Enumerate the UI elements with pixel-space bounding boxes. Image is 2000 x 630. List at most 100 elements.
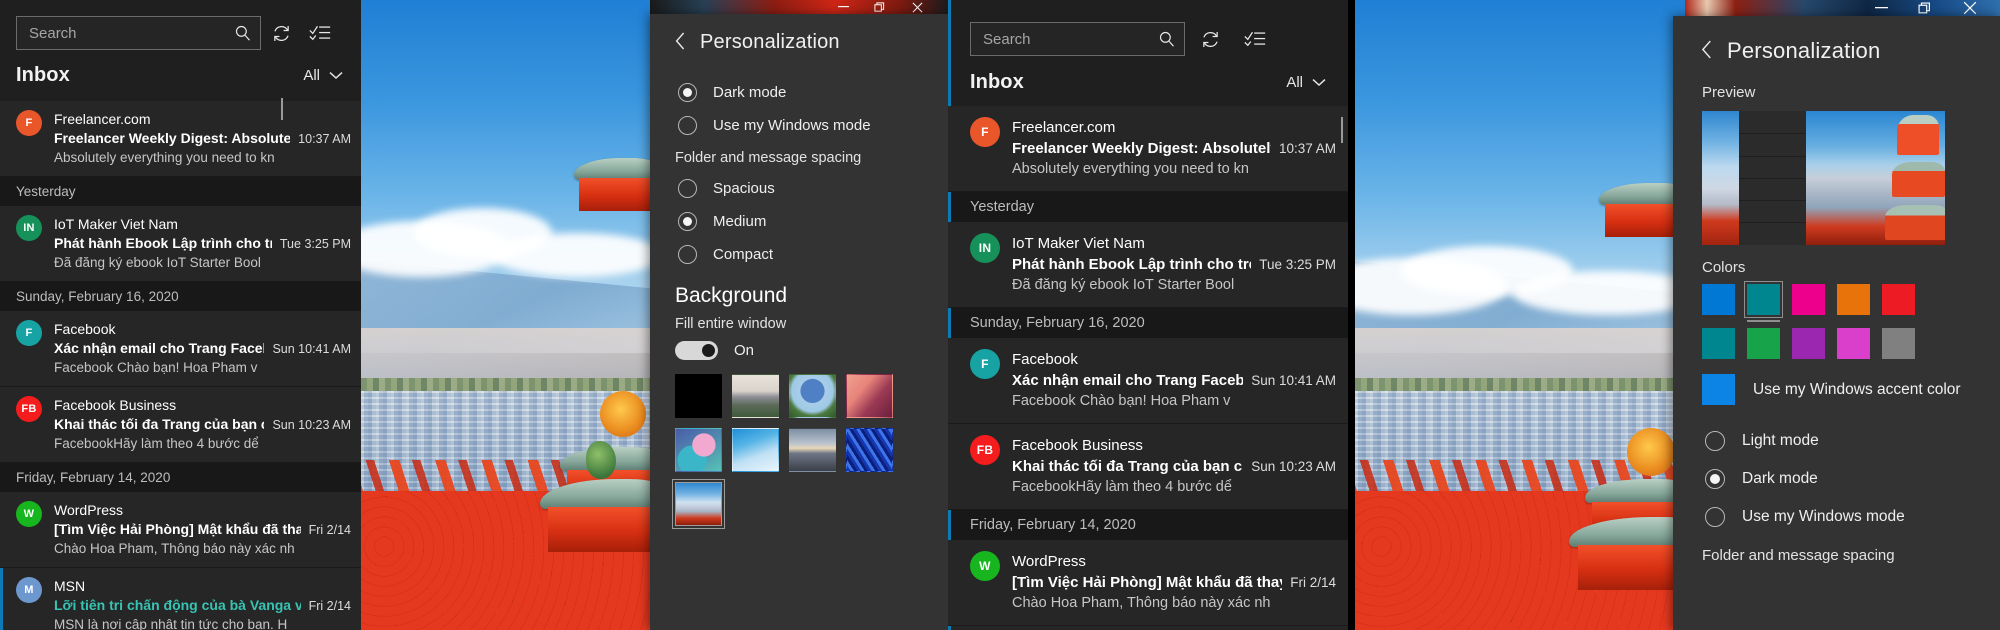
color-swatch[interactable] [1747,328,1780,359]
avatar: F [16,110,42,136]
background-thumbnail-dusk-horizon[interactable] [789,428,836,472]
scrollbar-thumb[interactable] [281,98,283,120]
radio-button[interactable] [1705,431,1725,451]
color-swatch[interactable] [1837,284,1870,315]
color-swatch[interactable] [1792,328,1825,359]
select-mode-checklist-icon[interactable] [301,16,339,50]
message-sender: Freelancer.com [54,111,151,127]
message-list-2[interactable]: F Freelancer.com Freelancer Weekly Digest:… [948,106,1348,630]
background-thumbnail-mt-fuji-pagoda[interactable] [672,479,725,529]
message-list-1[interactable]: F Freelancer.com Freelancer Weekly Digest:… [0,101,361,630]
preview-message-rows [1739,111,1806,245]
color-swatch[interactable] [1792,284,1825,315]
select-mode-checklist-icon[interactable] [1235,22,1275,56]
chevron-down-icon [1312,79,1326,87]
message-list-item[interactable]: F Freelancer.com Freelancer Weekly Digest:… [948,106,1348,192]
sync-refresh-icon[interactable] [1185,22,1235,56]
search-icon[interactable] [234,24,252,42]
message-list-item[interactable]: W WordPress [Tìm Việc Hải Phòng] Mật khẩu … [948,540,1348,626]
minimize-button[interactable] [1860,0,1902,16]
background-thumbnail-pastel-bubbles[interactable] [675,428,722,472]
radio-button[interactable] [678,179,697,198]
radio-button[interactable] [1705,507,1725,527]
background-thumbnail-blue-fibers[interactable] [846,428,893,472]
windows-accent-row[interactable]: Use my Windows accent color [1673,359,2000,405]
color-swatch-row-2[interactable] [1673,315,2000,359]
message-text: IoT Maker Viet Nam Phát hành Ebook Lập tr… [54,215,351,272]
background-thumbnail-blue-tree[interactable] [789,374,836,418]
message-text: IoT Maker Viet Nam Phát hành Ebook Lập tr… [1012,233,1336,296]
message-subject-row: Xác nhận email cho Trang Faceb· Sun 10:41… [1012,370,1336,391]
message-subject: Freelancer Weekly Digest: Absolutely [1012,140,1271,157]
search-input[interactable]: Search [16,16,261,50]
filter-dropdown[interactable]: All [1286,74,1326,91]
radio-option-dark-mode[interactable]: Dark mode [1673,460,2000,498]
background-thumbnail-solid-black[interactable] [675,374,722,418]
radio-button[interactable] [678,245,697,264]
close-button[interactable] [897,0,937,14]
message-list-item[interactable]: F Facebook Xác nhận email cho Trang Faceb·… [948,338,1348,424]
windows-accent-swatch[interactable] [1702,374,1735,405]
radio-button[interactable] [678,83,697,102]
chevron-left-back-icon[interactable] [1701,40,1713,63]
message-list-item[interactable]: MMSNLỡi tiên tri chấn động của bà Vanga … [948,626,1348,630]
message-sender: WordPress [54,502,123,518]
message-list-item[interactable]: MMSNLỡi tiên tri chấn động của bà Vanga … [0,568,361,630]
theme-radio-group-2[interactable]: Light mode Dark mode Use my Windows mode [1673,422,2000,536]
search-input[interactable]: Search [970,22,1185,56]
theme-radio-group-1[interactable]: Dark mode Use my Windows mode [650,76,948,142]
radio-label: Dark mode [1742,470,1818,487]
color-swatch[interactable] [1702,284,1735,315]
radio-option-medium[interactable]: Medium [650,205,948,238]
color-swatch[interactable] [1702,328,1735,359]
background-thumbnail-blue-polygons[interactable] [732,428,779,472]
radio-option-dark-mode[interactable]: Dark mode [650,76,948,109]
color-swatch[interactable] [1882,328,1915,359]
message-list-item[interactable]: F Freelancer.com Freelancer Weekly Digest:… [0,101,361,177]
message-list-item[interactable]: W WordPress [Tìm Việc Hải Phòng] Mật khẩu … [0,492,361,568]
radio-button[interactable] [678,212,697,231]
radio-option-compact[interactable]: Compact [650,238,948,271]
avatar: FB [970,435,1000,465]
mail-list-panel-2: Search Inbox All F Freelancer.com Freela… [948,0,1348,630]
message-list-item[interactable]: FB Facebook Business Khai thác tối đa Tran… [948,424,1348,510]
message-list-item[interactable]: FB Facebook Business Khai thác tối đa Tran… [0,387,361,463]
spacing-radio-group-1[interactable]: Spacious Medium Compact [650,172,948,271]
background-thumbnail-pink-canyon[interactable] [846,374,893,418]
search-icon[interactable] [1158,30,1176,48]
message-list-item[interactable]: F Facebook Xác nhận email cho Trang Faceb·… [0,311,361,387]
date-group-header: Yesterday [0,177,361,206]
radio-option-spacious[interactable]: Spacious [650,172,948,205]
colors-heading: Colors [1702,259,1746,276]
message-list-item[interactable]: IN IoT Maker Viet Nam Phát hành Ebook Lập … [0,206,361,282]
message-subject-row: [Tìm Việc Hải Phòng] Mật khẩu đã thay Fri… [54,520,351,539]
color-swatch[interactable] [1837,328,1870,359]
radio-option-light-mode[interactable]: Light mode [1673,422,2000,460]
message-list-item[interactable]: IN IoT Maker Viet Nam Phát hành Ebook Lập … [948,222,1348,308]
radio-option-use-my-windows-mode[interactable]: Use my Windows mode [1673,498,2000,536]
chevron-left-back-icon[interactable] [675,32,686,54]
background-thumbnail-mountain-sunrise[interactable] [732,374,779,418]
filter-dropdown[interactable]: All [303,67,343,84]
scrollbar-thumb[interactable] [1341,117,1343,143]
radio-option-use-my-windows-mode[interactable]: Use my Windows mode [650,109,948,142]
radio-label: Medium [713,213,767,230]
restore-button[interactable] [1902,0,1946,16]
spacing-heading-1: Folder and message spacing [675,150,862,166]
message-timestamp: 10:37 AM [1278,141,1336,156]
close-button[interactable] [1946,0,1994,16]
background-thumbnail-grid[interactable] [650,360,900,529]
sync-refresh-icon[interactable] [261,16,301,50]
message-subject: Lỡi tiên tri chấn động của bà Vanga v [54,597,301,613]
message-subject: Xác nhận email cho Trang Faceb· [54,340,265,356]
date-group-header: Friday, February 14, 2020 [948,510,1348,540]
radio-button[interactable] [1705,469,1725,489]
color-swatch[interactable] [1882,284,1915,315]
minimize-button[interactable] [825,0,861,14]
radio-button[interactable] [678,116,697,135]
fill-window-toggle[interactable] [675,341,718,360]
personalization-header-1: Personalization [650,14,948,54]
color-swatch[interactable] [1744,281,1783,322]
restore-button[interactable] [861,0,897,14]
color-swatch-row-1[interactable] [1673,276,2000,322]
